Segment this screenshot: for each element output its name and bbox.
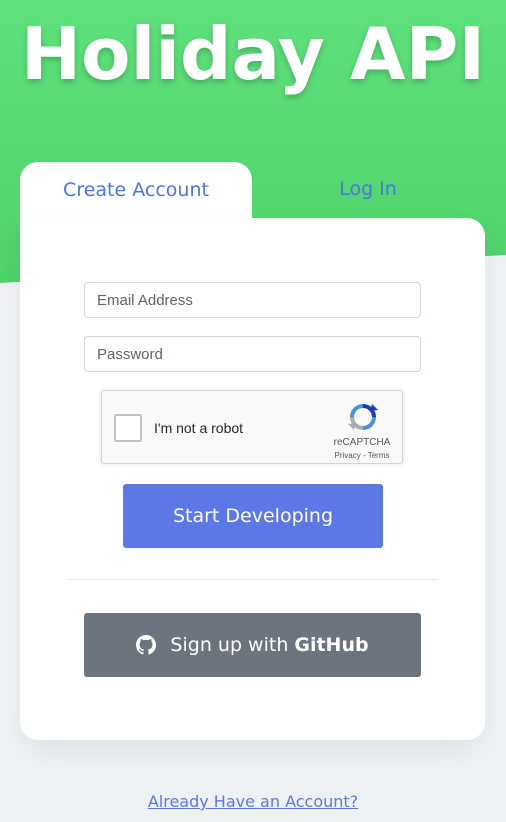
recaptcha-brand: reCAPTCHA — [333, 437, 391, 448]
email-field[interactable] — [84, 282, 421, 318]
github-icon — [136, 635, 157, 655]
recaptcha-checkbox[interactable] — [114, 414, 142, 442]
page-title: Holiday API — [20, 12, 486, 96]
tab-log-in[interactable]: Log In — [252, 162, 484, 220]
tab-create-account[interactable]: Create Account — [20, 162, 252, 222]
tab-create-account-label: Create Account — [63, 179, 209, 201]
github-signup-button[interactable]: Sign up with GitHub — [84, 613, 421, 677]
signup-card: I'm not a robot reCAPTCHA Privacy - Term… — [20, 218, 485, 740]
github-button-label-brand: GitHub — [294, 634, 369, 656]
already-have-account-link[interactable]: Already Have an Account? — [0, 792, 506, 811]
github-button-label-prefix: Sign up with — [170, 634, 289, 656]
recaptcha-links[interactable]: Privacy - Terms — [332, 451, 392, 460]
recaptcha-label: I'm not a robot — [154, 420, 244, 436]
recaptcha-logo-icon — [348, 404, 378, 430]
tab-log-in-label: Log In — [339, 178, 397, 200]
start-developing-button[interactable]: Start Developing — [123, 484, 383, 548]
password-field[interactable] — [84, 336, 421, 372]
divider — [68, 579, 438, 580]
recaptcha-widget: I'm not a robot reCAPTCHA Privacy - Term… — [101, 390, 403, 464]
